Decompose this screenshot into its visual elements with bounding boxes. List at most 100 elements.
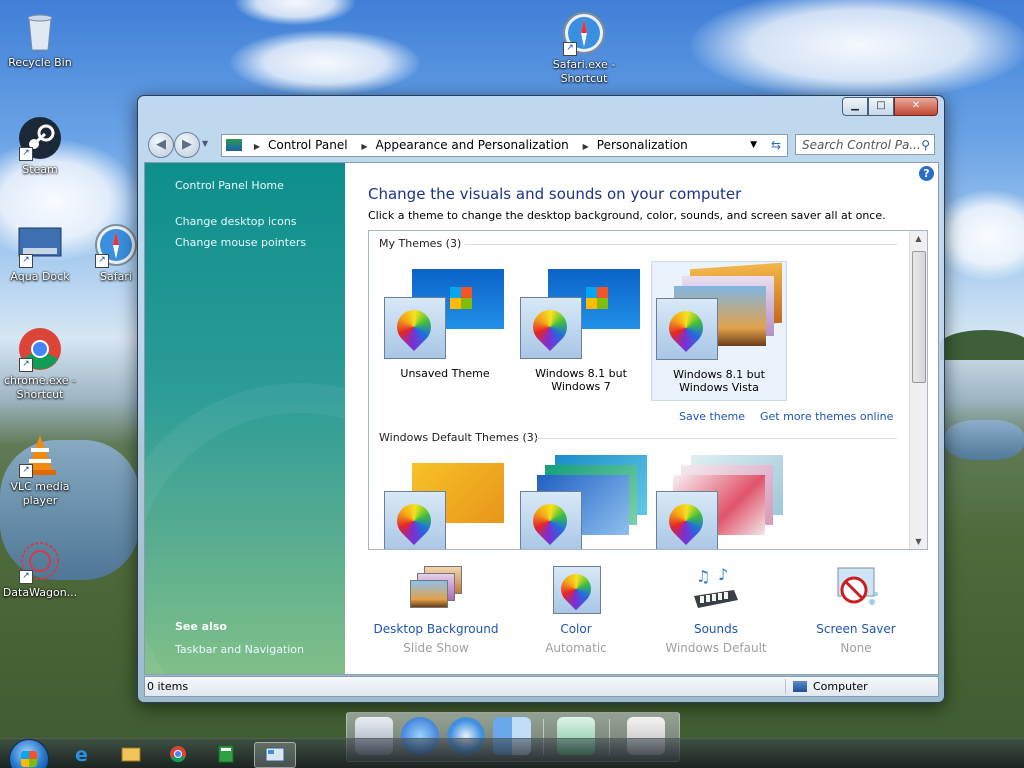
sounds-item[interactable]: ♫ ♪ Sounds Windows Default [646,565,786,655]
sounds-icon: ♫ ♪ [690,565,742,612]
desktop-icon-label: DataWagon... [2,586,78,599]
color-palette-icon [656,298,718,360]
desktop-icon-chrome[interactable]: ↗ chrome.exe - Shortcut [0,326,80,402]
color-palette-icon [384,491,446,549]
refresh-icon[interactable]: ⇆ [771,135,781,155]
left-pane: Control Panel Home Change desktop icons … [145,163,495,674]
desktop-background-icon [410,566,462,612]
color-palette-icon [384,297,446,359]
chrome-icon[interactable] [158,742,198,766]
main-pane: ? Change the visuals and sounds on your … [345,163,938,674]
desktop-icon-safari-shortcut[interactable]: ↗ Safari.exe - Shortcut [544,10,624,86]
shortcut-arrow-icon: ↗ [19,147,33,161]
shortcut-arrow-icon: ↗ [95,254,109,268]
theme-item[interactable]: Unsaved Theme [379,261,511,387]
file-explorer-icon[interactable] [110,742,150,766]
steam-icon: ↗ [17,115,63,161]
save-theme-link[interactable]: Save theme [679,410,745,423]
page-title: Change the visuals and sounds on your co… [368,185,742,203]
desktop-icon-steam[interactable]: ↗ Steam [0,115,80,177]
status-location: Computer [813,680,868,693]
theme-list-scrollbar[interactable]: ▲ ▼ [909,231,927,549]
minimize-button[interactable]: ▁ [842,97,868,116]
cloud [690,0,1024,100]
desktop-icon-aqua-dock[interactable]: ↗ Aqua Dock [0,222,80,284]
recycle-bin-icon [17,8,63,54]
address-bar[interactable]: ▶ Control Panel ▶ Appearance and Personali… [221,134,788,157]
breadcrumb-control-panel[interactable]: Control Panel [268,135,348,155]
desktop-background-value: Slide Show [403,641,469,655]
breadcrumb-appearance[interactable]: Appearance and Personalization [376,135,569,155]
breadcrumb-arrow-icon[interactable]: ▶ [583,137,589,157]
color-palette-icon [520,297,582,359]
safari-icon: ↗ [561,10,607,56]
theme-item[interactable] [515,455,647,549]
scroll-up-icon[interactable]: ▲ [910,234,927,243]
group-divider [535,438,897,439]
cloud [230,30,420,95]
color-value: Automatic [545,641,607,655]
computer-icon [793,681,807,692]
desktop-icon-label: chrome.exe - Shortcut [4,374,76,401]
theme-item[interactable] [379,455,511,549]
color-item[interactable]: Color Automatic [506,566,646,655]
taskbar-navigation-link[interactable]: Taskbar and Navigation [175,643,304,656]
screen-saver-label[interactable]: Screen Saver [786,622,926,636]
windows-logo-icon [586,287,608,309]
desktop-icon-recycle-bin[interactable]: Recycle Bin [0,8,80,70]
screen-saver-icon [830,566,882,612]
color-label[interactable]: Color [506,622,646,636]
theme-item[interactable]: Windows 8.1 but Windows 7 [515,261,647,393]
calculator-icon[interactable] [206,742,246,766]
personalization-window: ▁ □ ✕ ◀ ▶ ▼ ▶ Control Panel ▶ Appearance a… [137,95,945,703]
maximize-button[interactable]: □ [868,97,894,116]
help-icon[interactable]: ? [919,166,934,181]
desktop-background-item[interactable]: Desktop Background Slide Show [366,566,506,655]
color-palette-icon [656,491,718,549]
change-desktop-icons-link[interactable]: Change desktop icons [175,215,297,228]
group-divider [465,244,897,245]
scroll-down-icon[interactable]: ▼ [910,537,927,546]
theme-label: Windows 8.1 but Windows 7 [535,367,627,393]
breadcrumb-arrow-icon[interactable]: ▶ [254,137,260,157]
vlc-icon: ↗ [17,432,63,478]
distant-hill [940,330,1024,360]
desktop-icon-datawagon[interactable]: ↗ DataWagon... [0,538,80,600]
search-input[interactable]: Search Control Pa... ⚲ [795,134,935,155]
shortcut-arrow-icon: ↗ [19,570,33,584]
my-themes-heading: My Themes (3) [379,237,462,250]
search-icon[interactable]: ⚲ [921,135,930,155]
desktop-background-label[interactable]: Desktop Background [366,622,506,636]
window-caption-buttons: ▁ □ ✕ [842,97,938,116]
desktop-icon-label: VLC media player [10,480,70,507]
forward-button[interactable]: ▶ [174,132,200,158]
control-panel-icon [226,139,242,151]
breadcrumb-arrow-icon[interactable]: ▶ [361,137,367,157]
taskbar: e [0,738,1024,768]
control-panel-icon[interactable] [254,742,296,768]
change-mouse-pointers-link[interactable]: Change mouse pointers [175,236,306,249]
shortcut-arrow-icon: ↗ [563,42,577,56]
status-bar: 0 items Computer [144,676,939,697]
control-panel-home-link[interactable]: Control Panel Home [175,179,284,192]
scrollbar-thumb[interactable] [912,251,926,383]
svg-text:♫: ♫ [696,567,710,586]
screen-saver-value: None [840,641,872,655]
desktop-icon-label: Recycle Bin [8,56,72,69]
pond [945,420,1024,460]
theme-label: Windows 8.1 but Windows Vista [673,368,765,394]
theme-item-selected[interactable]: Windows 8.1 but Windows Vista [651,261,787,401]
address-dropdown-icon[interactable]: ▼ [750,135,757,155]
get-more-themes-link[interactable]: Get more themes online [760,410,893,423]
internet-explorer-icon[interactable]: e [62,742,102,766]
theme-item[interactable] [651,455,783,549]
desktop-icon-vlc[interactable]: ↗ VLC media player [0,432,80,508]
back-button[interactable]: ◀ [148,132,174,158]
close-button[interactable]: ✕ [894,97,938,116]
color-palette-icon [550,566,602,614]
default-themes-heading: Windows Default Themes (3) [379,431,539,444]
sounds-label[interactable]: Sounds [646,622,786,636]
breadcrumb-personalization[interactable]: Personalization [597,135,688,155]
screen-saver-item[interactable]: Screen Saver None [786,566,926,655]
recent-pages-icon[interactable]: ▼ [202,139,208,148]
